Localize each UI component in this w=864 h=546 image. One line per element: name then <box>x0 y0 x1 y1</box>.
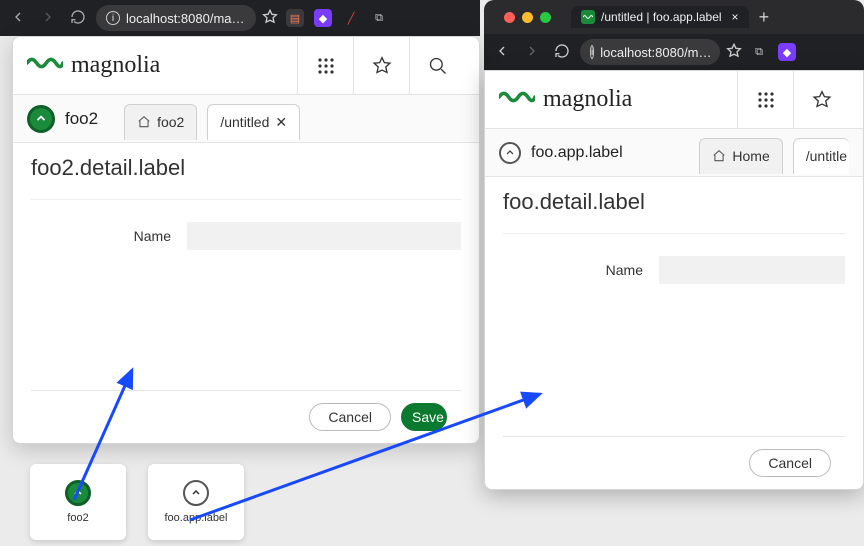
ext-icon-1[interactable]: ⧉ <box>750 43 768 61</box>
app-header: magnolia <box>485 71 863 129</box>
subapp-title: foo.app.label <box>531 144 623 162</box>
extensions: ⧉ ◆ <box>750 43 796 61</box>
close-tab-icon[interactable]: × <box>732 10 739 24</box>
browser-toolbar-left: i localhost:8080/ma… ▤ ◆ ╱ ⧉ <box>0 0 480 36</box>
detail-page: foo.detail.label Name Cancel <box>485 177 863 489</box>
header-actions <box>297 37 465 95</box>
app-tile-foo2[interactable]: foo2 <box>30 464 126 540</box>
address-text: localhost:8080/ma… <box>126 11 245 26</box>
app-launcher-icon[interactable] <box>737 71 793 129</box>
subapp-title: foo2 <box>65 109 98 129</box>
ext-icon-3[interactable]: ╱ <box>342 9 360 27</box>
window-controls[interactable] <box>494 12 561 23</box>
ext-icon-4[interactable]: ⧉ <box>370 9 388 27</box>
info-icon: i <box>590 45 594 59</box>
app-badge-icon[interactable] <box>499 142 521 164</box>
subapp-bar: foo2 foo2 /untitled ✕ <box>13 95 479 143</box>
brand-name: magnolia <box>71 52 160 79</box>
action-bar: Cancel Save <box>31 390 461 443</box>
tab-detail[interactable]: /untitled ✕ <box>207 104 300 140</box>
tile-label: foo.app.label <box>165 512 228 524</box>
name-field-label: Name <box>31 228 171 244</box>
home-icon <box>137 115 151 129</box>
minimize-window-icon[interactable] <box>522 12 533 23</box>
tab-browse-label: foo2 <box>157 114 184 130</box>
back-icon[interactable] <box>494 43 510 62</box>
search-icon[interactable] <box>409 37 465 95</box>
nav-group <box>0 9 96 28</box>
app-tile-foo-app-label[interactable]: foo.app.label <box>148 464 244 540</box>
page-title: foo.detail.label <box>503 189 845 215</box>
home-icon <box>712 149 726 163</box>
app-badge-icon[interactable] <box>27 105 55 133</box>
tab-detail-label: /untitled <box>220 114 269 130</box>
subapp-bar: foo.app.label Home /untitle <box>485 129 863 177</box>
bookmark-star-icon[interactable] <box>726 43 742 62</box>
cancel-button[interactable]: Cancel <box>749 449 831 477</box>
close-tab-icon[interactable]: ✕ <box>275 114 287 131</box>
brand[interactable]: magnolia <box>499 86 632 113</box>
address-bar[interactable]: i localhost:8080/ma… <box>96 5 256 31</box>
launcher-tiles: foo2 foo.app.label <box>30 464 244 540</box>
brand-logo-icon <box>499 87 535 112</box>
detail-page: foo2.detail.label Name Cancel Save <box>13 143 479 443</box>
browser-tab-title: /untitled | foo.app.label <box>601 10 722 24</box>
reload-icon[interactable] <box>554 43 570 62</box>
favorites-icon[interactable] <box>793 71 849 129</box>
tile-icon <box>65 480 91 506</box>
tab-browse[interactable]: foo2 <box>124 104 197 140</box>
forward-icon[interactable] <box>524 43 540 62</box>
brand-name: magnolia <box>543 86 632 113</box>
brand[interactable]: magnolia <box>27 52 160 79</box>
header-actions <box>737 71 849 129</box>
tab-detail[interactable]: /untitle <box>793 138 849 174</box>
browser-tab[interactable]: /untitled | foo.app.label × <box>571 6 749 28</box>
new-tab-icon[interactable]: + <box>759 7 770 28</box>
favorites-icon[interactable] <box>353 37 409 95</box>
app-launcher-icon[interactable] <box>297 37 353 95</box>
browser-toolbar-right: i localhost:8080/m… ⧉ ◆ <box>484 34 864 70</box>
app-window-right: magnolia foo.app.label Home /untitle foo… <box>484 70 864 490</box>
address-bar[interactable]: i localhost:8080/m… <box>580 39 720 65</box>
name-field-label: Name <box>503 262 643 278</box>
bookmark-star-icon[interactable] <box>262 9 278 28</box>
tile-label: foo2 <box>67 512 88 524</box>
extensions: ▤ ◆ ╱ ⧉ <box>286 9 388 27</box>
browser-tabrow-right: /untitled | foo.app.label × + <box>484 0 864 34</box>
reload-icon[interactable] <box>70 9 86 28</box>
form-row-name: Name <box>503 256 845 284</box>
tab-browse-label: Home <box>732 148 769 164</box>
save-button[interactable]: Save <box>401 403 447 431</box>
tab-detail-label: /untitle <box>806 148 847 164</box>
close-window-icon[interactable] <box>504 12 515 23</box>
tile-icon <box>183 480 209 506</box>
ext-icon-1[interactable]: ▤ <box>286 9 304 27</box>
forward-icon[interactable] <box>40 9 56 28</box>
zoom-window-icon[interactable] <box>540 12 551 23</box>
form-row-name: Name <box>31 222 461 250</box>
nav-group <box>484 43 580 62</box>
back-icon[interactable] <box>10 9 26 28</box>
tab-browse[interactable]: Home <box>699 138 782 174</box>
app-header: magnolia <box>13 37 479 95</box>
address-text: localhost:8080/m… <box>600 45 711 60</box>
name-field[interactable] <box>659 256 845 284</box>
favicon-icon <box>581 10 595 24</box>
brand-logo-icon <box>27 53 63 78</box>
page-title: foo2.detail.label <box>31 155 461 181</box>
ext-icon-2[interactable]: ◆ <box>778 43 796 61</box>
app-window-left: magnolia foo2 foo2 /untitled ✕ <box>12 36 480 444</box>
info-icon: i <box>106 11 120 25</box>
cancel-button[interactable]: Cancel <box>309 403 391 431</box>
name-field[interactable] <box>187 222 461 250</box>
ext-icon-2[interactable]: ◆ <box>314 9 332 27</box>
action-bar: Cancel <box>503 436 845 489</box>
